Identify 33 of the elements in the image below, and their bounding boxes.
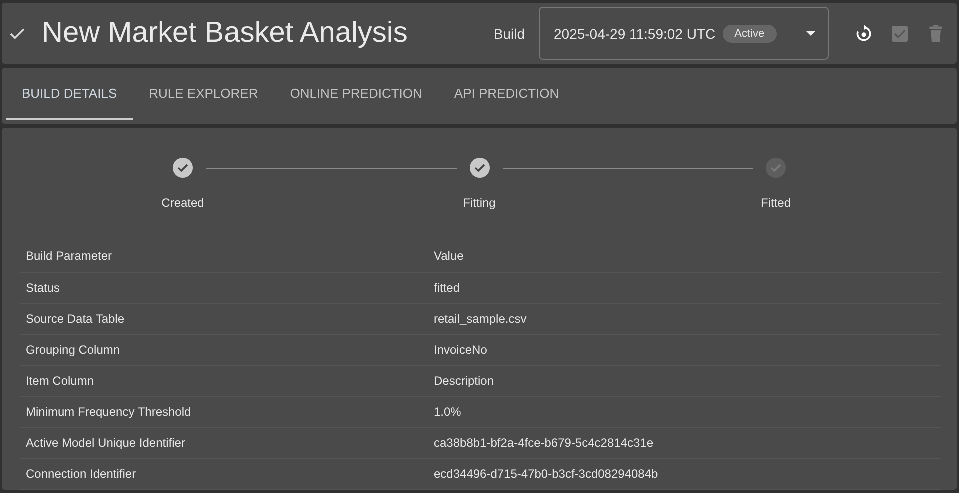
table-cell-text: fitted (433, 281, 462, 295)
step-label: Fitted (761, 196, 792, 210)
check-icon (10, 28, 25, 40)
table-cell-text: ca38b8b1-bf2a-4fce-b679-5c4c2814c31e (433, 436, 654, 450)
table-cell-text: Description (433, 374, 496, 388)
table-cell-text: Status (25, 281, 62, 295)
column-header: Value (433, 249, 465, 263)
table-cell-text: ecd34496-d715-47b0-b3cf-3cd08294084b (433, 467, 660, 481)
column-header: Build Parameter (25, 249, 114, 263)
caret-icon (806, 31, 816, 36)
table-cell-text: Connection Identifier (25, 467, 138, 481)
tab[interactable]: API PREDICTION (438, 68, 576, 120)
table-cell-text: Active Model Unique Identifier (25, 436, 186, 450)
checkbox-icon[interactable] (891, 24, 909, 42)
build-label: Build (494, 26, 525, 42)
tab[interactable]: RULE EXPLORER (133, 68, 274, 120)
step-label: Created (162, 196, 204, 210)
page-title: New Market Basket Analysis (42, 17, 408, 50)
step-label: Fitting (463, 196, 496, 210)
status-badge: Active (722, 24, 777, 42)
build-select[interactable]: 2025-04-29 11:59:02 UTC Active (539, 7, 829, 60)
table-cell-text: Source Data Table (25, 312, 126, 326)
table-cell-text: Item Column (25, 374, 96, 388)
tab[interactable]: BUILD DETAILS (6, 68, 134, 120)
table-cell-text: 1.0% (433, 405, 462, 419)
table-cell-text: Grouping Column (25, 343, 122, 357)
delete-icon[interactable] (927, 24, 945, 42)
tab[interactable]: ONLINE PREDICTION (274, 68, 438, 120)
build-date: 2025-04-29 11:59:02 UTC (554, 26, 716, 42)
table-cell-text: Minimum Frequency Threshold (25, 405, 192, 419)
table-cell-text: InvoiceNo (433, 343, 488, 357)
table-cell-text: retail_sample.csv (433, 312, 528, 326)
refresh-icon[interactable] (855, 24, 873, 42)
